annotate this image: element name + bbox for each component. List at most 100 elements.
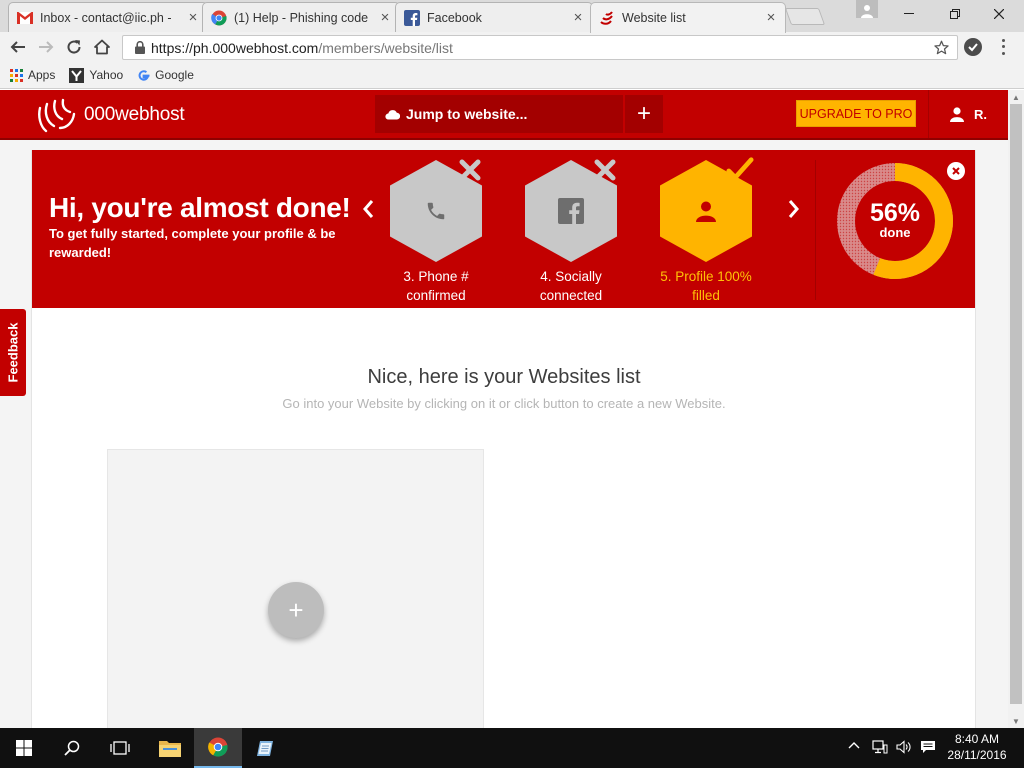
feedback-tab[interactable]: Feedback [0, 309, 26, 396]
bookmark-label: Apps [28, 68, 56, 82]
progress-ring: 56% done [836, 162, 954, 280]
show-hidden-icons-icon[interactable] [848, 740, 860, 752]
windows-taskbar: 8:40 AM 28/11/2016 [0, 728, 1024, 768]
bookmarks-bar: Apps Yahoo Google [0, 62, 1024, 89]
tab-title: (1) Help - Phishing code [234, 10, 369, 25]
gmail-icon [17, 10, 33, 26]
chrome-menu-icon[interactable] [998, 37, 1008, 57]
search-icon[interactable] [48, 728, 96, 768]
tab-close-icon[interactable]: × [379, 10, 391, 25]
onboarding-banner: Hi, you're almost done! To get fully sta… [32, 150, 975, 308]
close-window-icon[interactable] [976, 0, 1022, 28]
chrome-help-icon [211, 10, 227, 26]
banner-title: Hi, you're almost done! [49, 192, 351, 223]
bookmark-label: Google [155, 68, 194, 82]
restore-icon[interactable] [932, 0, 978, 28]
tab-facebook[interactable]: Facebook × [395, 2, 593, 32]
step-phone[interactable]: 3. Phone # confirmed [376, 159, 496, 308]
add-website-header-button[interactable]: + [625, 95, 663, 133]
step-label: 4. Socially connected [539, 269, 603, 303]
jump-to-website-button[interactable]: Jump to website... [375, 95, 623, 133]
close-banner-icon[interactable] [947, 162, 965, 180]
tab-help[interactable]: (1) Help - Phishing code × [202, 2, 400, 32]
task-view-icon[interactable] [96, 728, 144, 768]
tab-title: Inbox - contact@iic.ph - [40, 10, 172, 25]
network-icon[interactable] [872, 740, 888, 754]
logo[interactable]: 000webhost [34, 96, 185, 134]
cloud-icon [385, 109, 400, 120]
tab-title: Facebook [427, 10, 482, 25]
profile-icon[interactable] [856, 0, 878, 18]
tab-inbox[interactable]: Inbox - contact@iic.ph - × [8, 2, 208, 32]
step-label: 5. Profile 100% filled [660, 269, 752, 303]
tab-close-icon[interactable]: × [572, 10, 584, 25]
progress-percent: 56% [869, 199, 921, 227]
action-center-icon[interactable] [920, 740, 936, 754]
user-initial: R. [974, 106, 987, 122]
banner-subtitle: To get fully started, complete your prof… [49, 226, 336, 260]
000webhost-icon [599, 10, 615, 26]
lock-icon [129, 41, 151, 54]
file-explorer-icon[interactable] [146, 728, 194, 768]
scrollbar-thumb[interactable] [1010, 104, 1022, 704]
banner-divider [815, 160, 816, 300]
tab-strip: Inbox - contact@iic.ph - × (1) Help - Ph… [0, 0, 1024, 33]
clock-date: 28/11/2016 [947, 748, 1007, 762]
websites-list-title: Nice, here is your Websites list [367, 366, 641, 388]
reload-icon[interactable] [63, 36, 85, 58]
tab-close-icon[interactable]: × [187, 10, 199, 25]
back-icon[interactable] [7, 36, 29, 58]
google-icon [137, 69, 150, 82]
forward-icon[interactable] [35, 36, 57, 58]
incomplete-x-icon [456, 156, 484, 184]
volume-icon[interactable] [896, 740, 912, 754]
logo-text: 000webhost [84, 104, 185, 125]
extension-check-icon[interactable] [964, 38, 982, 56]
step-social[interactable]: 4. Socially connected [511, 159, 631, 308]
add-website-button[interactable]: + [268, 582, 324, 638]
url-host: https://ph.000webhost.com [151, 39, 319, 56]
system-clock[interactable]: 8:40 AM 28/11/2016 [946, 731, 1008, 763]
complete-check-icon [726, 156, 754, 184]
tab-close-icon[interactable]: × [765, 10, 777, 25]
windows-start-icon[interactable] [0, 728, 48, 768]
address-bar[interactable]: https://ph.000webhost.com/members/websit… [122, 35, 958, 60]
bookmark-google[interactable]: Google [137, 68, 194, 82]
url-path: /members/website/list [318, 39, 453, 56]
clock-time: 8:40 AM [954, 732, 1000, 746]
yahoo-icon [69, 67, 85, 83]
new-website-card[interactable]: + [107, 449, 484, 728]
chevron-right-icon[interactable] [784, 194, 804, 224]
bookmark-label: Yahoo [89, 68, 124, 82]
tab-title: Website list [622, 11, 686, 25]
scroll-up-icon[interactable]: ▲ [1008, 90, 1024, 104]
site-header: 000webhost Jump to website... + UPGRADE … [0, 90, 1008, 140]
home-icon[interactable] [91, 36, 113, 58]
apps-grid-icon [10, 68, 23, 82]
jump-label: Jump to website... [406, 106, 528, 122]
incomplete-x-icon [591, 156, 619, 184]
chrome-taskbar-icon[interactable] [194, 728, 242, 768]
step-profile[interactable]: 5. Profile 100% filled [646, 157, 766, 308]
page-viewport: 000webhost Jump to website... + UPGRADE … [0, 90, 1008, 728]
bookmark-star-icon[interactable] [934, 40, 949, 58]
new-tab-button[interactable] [784, 8, 826, 25]
browser-toolbar: https://ph.000webhost.com/members/websit… [0, 32, 1024, 62]
page-scrollbar[interactable]: ▲ ▼ [1008, 90, 1024, 728]
feedback-label: Feedback [5, 322, 21, 383]
scroll-down-icon[interactable]: ▼ [1008, 714, 1024, 728]
step-label: 3. Phone # confirmed [403, 269, 469, 303]
account-menu[interactable]: R. [928, 90, 1008, 138]
bookmark-yahoo[interactable]: Yahoo [69, 67, 124, 83]
upgrade-to-pro-button[interactable]: UPGRADE TO PRO [796, 100, 916, 127]
facebook-icon [404, 9, 420, 26]
user-icon [950, 106, 964, 122]
progress-label: 56% done [836, 200, 954, 240]
websites-list-subtitle: Go into your Website by clicking on it o… [282, 396, 726, 411]
tab-website-list[interactable]: Website list × [590, 2, 786, 33]
notepad-icon[interactable] [242, 728, 290, 768]
bookmark-apps[interactable]: Apps [10, 68, 55, 82]
000webhost-logo-icon [34, 96, 78, 134]
minimize-icon[interactable] [886, 0, 932, 28]
chevron-left-icon[interactable] [358, 194, 378, 224]
